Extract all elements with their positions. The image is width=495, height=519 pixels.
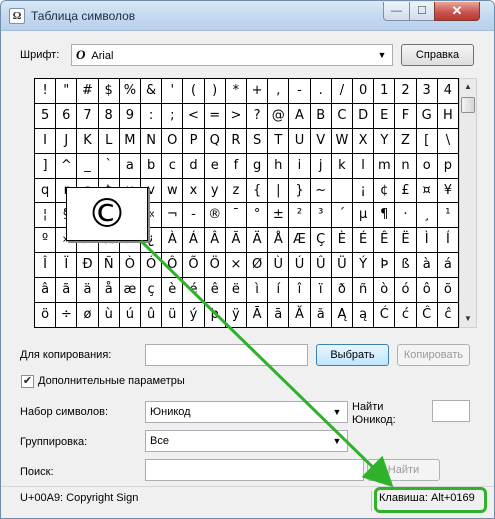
character-map-window: Ω Таблица символов — ☐ ✕ Шрифт: O Arial ▼… bbox=[0, 0, 495, 519]
annotation-arrow-line bbox=[139, 239, 394, 488]
annotation-arrow bbox=[139, 239, 394, 488]
